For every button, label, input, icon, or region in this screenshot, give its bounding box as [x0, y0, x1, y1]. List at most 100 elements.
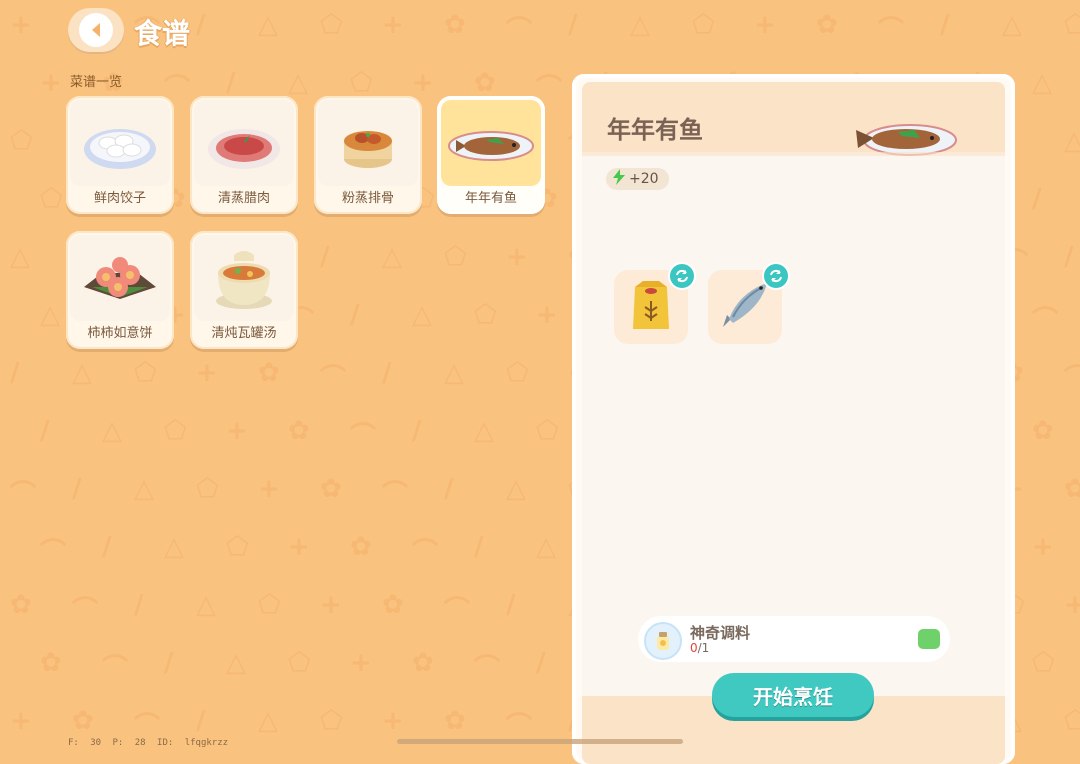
- background-pattern-glyph: ⬠: [692, 10, 715, 40]
- background-pattern-glyph: +: [412, 68, 434, 98]
- page-title: 食谱: [134, 17, 191, 50]
- background-pattern-glyph: ⬠: [40, 184, 63, 214]
- background-pattern-glyph: △: [196, 590, 216, 620]
- flour-bag-icon: [629, 277, 673, 337]
- background-pattern-glyph: ⬠: [506, 358, 529, 388]
- fish-icon: [717, 277, 773, 337]
- background-pattern-glyph: △: [444, 358, 464, 388]
- recipe-card-fish[interactable]: 年年有鱼: [437, 96, 545, 214]
- recipe-card-persimmon-cake[interactable]: 柿柿如意饼: [66, 231, 174, 349]
- background-pattern-glyph: ⌒: [1064, 364, 1080, 394]
- background-pattern-glyph: /: [382, 358, 392, 388]
- recipe-card-cured-meat[interactable]: 清蒸腊肉: [190, 96, 298, 214]
- recipe-card-label: 鲜肉饺子: [93, 191, 146, 206]
- recipe-card-label: 年年有鱼: [464, 191, 517, 206]
- background-pattern-glyph: +: [350, 648, 372, 678]
- recipe-card-label: 柿柿如意饼: [87, 326, 153, 341]
- ingredient-slot-fish[interactable]: [708, 262, 790, 344]
- background-pattern-glyph: /: [196, 706, 206, 736]
- start-cooking-button[interactable]: 开始烹饪: [712, 673, 874, 717]
- back-button[interactable]: [68, 8, 124, 52]
- background-pattern-glyph: /: [444, 474, 454, 504]
- background-pattern-glyph: /: [164, 648, 174, 678]
- background-pattern-glyph: +: [10, 706, 32, 736]
- background-pattern-glyph: ⌒: [444, 596, 471, 626]
- background-pattern-glyph: +: [1032, 532, 1054, 562]
- recipe-card-dumplings[interactable]: 鲜肉饺子: [66, 96, 174, 214]
- dish-name: 年年有鱼: [607, 116, 703, 144]
- background-pattern-glyph: /: [506, 590, 516, 620]
- background-pattern-glyph: ⌒: [474, 654, 501, 684]
- recipe-card-clay-pot-soup[interactable]: 清炖瓦罐汤: [190, 231, 298, 349]
- seasoning-count-need: /1: [697, 641, 710, 655]
- background-pattern-glyph: △: [1064, 126, 1080, 156]
- dumplings-icon: [70, 100, 170, 186]
- seasoning-count-have: 0: [690, 641, 698, 655]
- background-pattern-glyph: /: [72, 474, 82, 504]
- recipe-card-label: 清炖瓦罐汤: [211, 326, 277, 341]
- recipe-card-steamed-ribs[interactable]: 粉蒸排骨: [314, 96, 422, 214]
- background-pattern-glyph: +: [196, 358, 218, 388]
- recipe-card-label: 清蒸腊肉: [217, 191, 270, 206]
- background-pattern-glyph: /: [320, 242, 330, 272]
- background-pattern-glyph: △: [1032, 68, 1052, 98]
- background-pattern-glyph: △: [536, 532, 556, 562]
- background-pattern-glyph: /: [1064, 242, 1074, 272]
- detail-header: 年年有鱼: [582, 82, 1005, 156]
- steamed-ribs-icon: [318, 100, 418, 186]
- background-pattern-glyph: △: [258, 10, 278, 40]
- background-pattern-glyph: /: [940, 10, 950, 40]
- background-pattern-glyph: ⌒: [506, 712, 533, 742]
- background-pattern-glyph: ✿: [350, 532, 372, 562]
- background-pattern-glyph: △: [412, 300, 432, 330]
- background-pattern-glyph: ⌒: [320, 364, 347, 394]
- background-pattern-glyph: △: [226, 648, 246, 678]
- background-pattern-glyph: ⬠: [134, 358, 157, 388]
- debug-overlay: F: 30 P: 28 ID: lfqgkrzz: [68, 738, 229, 748]
- background-pattern-glyph: /: [10, 358, 20, 388]
- header-divider: [582, 152, 1005, 156]
- background-pattern-glyph: +: [506, 242, 528, 272]
- background-pattern-glyph: ✿: [40, 648, 62, 678]
- background-pattern-glyph: ⌒: [40, 538, 67, 568]
- background-pattern-glyph: ⬠: [320, 706, 343, 736]
- background-pattern-glyph: /: [226, 68, 236, 98]
- background-pattern-glyph: ✿: [258, 358, 280, 388]
- background-pattern-glyph: ✿: [72, 706, 94, 736]
- background-pattern-glyph: ⬠: [288, 648, 311, 678]
- background-pattern-glyph: △: [288, 68, 308, 98]
- background-pattern-glyph: △: [506, 474, 526, 504]
- lightning-icon: [612, 169, 626, 189]
- background-pattern-glyph: △: [164, 532, 184, 562]
- background-pattern-glyph: /: [134, 590, 144, 620]
- background-pattern-glyph: ✿: [382, 590, 404, 620]
- chevron-left-icon: [79, 13, 113, 47]
- seasoning-jar-icon: [644, 622, 682, 660]
- background-pattern-glyph: △: [474, 416, 494, 446]
- swap-icon[interactable]: [668, 262, 696, 290]
- background-pattern-glyph: ✿: [1032, 416, 1054, 446]
- seasoning-toggle[interactable]: [918, 629, 940, 649]
- background-pattern-glyph: ⌒: [382, 480, 409, 510]
- recipe-detail-body: 年年有鱼 +20 神奇调料 0/1: [582, 82, 1005, 764]
- background-pattern-glyph: ⌒: [10, 480, 37, 510]
- background-pattern-glyph: ⬠: [196, 474, 219, 504]
- home-indicator[interactable]: [397, 739, 683, 744]
- persimmon-cake-icon: [70, 235, 170, 321]
- background-pattern-glyph: ⬠: [258, 590, 281, 620]
- background-pattern-glyph: +: [40, 68, 62, 98]
- background-pattern-glyph: △: [10, 242, 30, 272]
- ingredient-slot-flour[interactable]: [614, 262, 696, 344]
- background-pattern-glyph: /: [102, 532, 112, 562]
- background-pattern-glyph: +: [1064, 590, 1080, 620]
- background-pattern-glyph: +: [320, 590, 342, 620]
- background-pattern-glyph: ⌒: [878, 16, 905, 46]
- swap-icon[interactable]: [762, 262, 790, 290]
- background-pattern-glyph: +: [382, 706, 404, 736]
- background-pattern-glyph: ⌒: [506, 16, 533, 46]
- background-pattern-glyph: ✿: [320, 474, 342, 504]
- background-pattern-glyph: ⬠: [474, 300, 497, 330]
- background-pattern-glyph: ✿: [816, 10, 838, 40]
- background-pattern-glyph: /: [412, 416, 422, 446]
- background-pattern-glyph: +: [288, 532, 310, 562]
